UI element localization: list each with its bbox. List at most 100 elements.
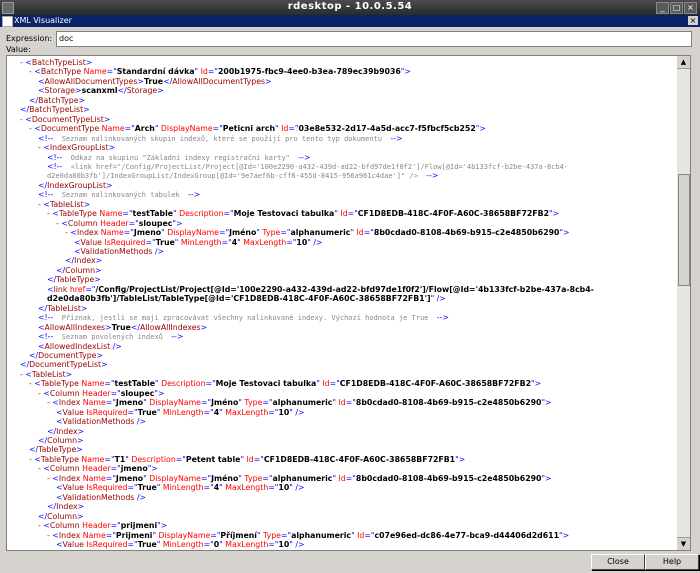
xml-token: Name [78, 454, 105, 464]
xml-token: Index [58, 530, 81, 540]
xml-token: =" [262, 473, 273, 483]
xml-token: Name [80, 398, 106, 408]
help-button[interactable]: Help [645, 554, 699, 570]
xml-token: </ [117, 86, 127, 96]
xml-token: =" [347, 209, 358, 219]
xml-token: Type [259, 228, 281, 238]
xml-token: Standardní dávka [116, 67, 195, 77]
xml-token: "> [172, 218, 183, 228]
xml-token: > [85, 58, 93, 67]
maximize-button[interactable]: □ [670, 2, 683, 14]
xml-token: > [77, 511, 84, 521]
expression-label: Expression: [6, 34, 53, 43]
dialog-close-icon[interactable]: × [688, 16, 698, 25]
xml-token: =" [106, 67, 117, 77]
close-button[interactable]: Close [591, 554, 645, 570]
xml-token: > [78, 95, 86, 105]
window-title: rdesktop - 10.0.5.54 [287, 1, 413, 12]
xml-token: =" [200, 398, 212, 408]
xml-token: > [80, 303, 88, 313]
xml-token: </ [20, 360, 30, 370]
close-window-button[interactable]: × [684, 2, 697, 14]
xml-token: </ [47, 502, 57, 512]
xml-token: =" [262, 398, 273, 408]
rdesktop-titlebar: rdesktop - 10.0.5.54 _ □ × [0, 0, 700, 15]
xml-line: - <Column Header="sloupec"> [38, 389, 165, 398]
xml-token: "> [455, 454, 466, 464]
xml-token: > [101, 360, 108, 370]
xml-token: =" [104, 454, 115, 464]
xml-token: > [265, 76, 272, 86]
xml-token: </ [29, 95, 39, 105]
xml-token: =" [364, 530, 375, 540]
xml-line: - <Column Header="sloupec"> [56, 219, 183, 228]
xml-token: "> [541, 473, 552, 483]
xml-token: Id [244, 454, 254, 464]
xml-token: TableType [56, 275, 95, 285]
xml-token: sloupec [120, 388, 155, 398]
xml-token: "> [549, 209, 560, 219]
xml-token: BatchTypeList [31, 58, 86, 67]
vertical-scrollbar[interactable]: ▲ ▼ [677, 55, 691, 551]
xml-token: =" [345, 473, 356, 483]
xml-token: CF1D8EDB-418C-4F0F-A60C-38658BF72FB1 [263, 454, 456, 464]
xml-token: =" [110, 388, 121, 398]
xml-line: - <DocumentTypeList> [20, 115, 110, 124]
xml-token: Column [67, 218, 98, 228]
xml-token: </ [20, 105, 30, 115]
xml-token: =" [363, 228, 374, 238]
xml-token: "> [559, 530, 570, 540]
xml-token: Storage [44, 86, 76, 96]
xml-token: 10 [278, 407, 290, 417]
xml-token: ValidationMethods [62, 492, 135, 502]
xml-token: 8b0cdad0-8108-4b69-b915-c2e4850b6290 [355, 398, 542, 408]
xml-token: =" [124, 124, 135, 134]
xml-tree-view[interactable]: - <BatchTypeList> - <BatchType Name="Stan… [6, 55, 678, 551]
dialog-title: XML Visualizer [14, 16, 72, 25]
xml-token: AllowAllIndexes [140, 322, 201, 332]
xml-line: </Index> [65, 256, 102, 265]
scroll-up-icon[interactable]: ▲ [677, 56, 690, 69]
xml-token: Index [58, 398, 81, 408]
xml-token: </ [29, 350, 39, 360]
xml-token: " /> [289, 407, 305, 417]
xml-token: alphanumeric [291, 530, 352, 540]
xml-token: Storage [126, 86, 158, 96]
xml-token: testTable [114, 379, 156, 389]
xml-token: > [83, 199, 91, 209]
xml-token: sloupec [138, 218, 173, 228]
xml-line: - <TableList> [38, 200, 90, 209]
xml-line: <ValidationMethods /> [74, 247, 164, 256]
xml-token: > [95, 256, 103, 266]
xml-token: =" [200, 473, 212, 483]
xml-token: IsRequired [101, 237, 146, 247]
xml-line: - <Index Name="Jmeno" DisplayName="Jméno… [47, 398, 552, 407]
scroll-thumb[interactable] [678, 174, 690, 286]
xml-token: DisplayName [158, 124, 213, 134]
xml-token: link [53, 284, 68, 294]
xml-token: Index [74, 256, 96, 266]
xml-line: - <TableList> [20, 370, 72, 379]
minimize-button[interactable]: _ [656, 2, 669, 14]
xml-token: Arch [134, 124, 155, 134]
xml-token: "> [400, 67, 411, 77]
xml-token: Jméno [211, 398, 239, 408]
xml-token: AllowAllDocumentTypes [44, 76, 138, 86]
xml-token: Name [98, 228, 124, 238]
xml-token: Jméno [229, 228, 257, 238]
xml-token: alphanumeric [290, 228, 351, 238]
xml-line: <AllowAllIndexes>True</AllowAllIndexes> [38, 323, 207, 332]
xml-token: =" [286, 237, 297, 247]
xml-token: <!-- [38, 133, 54, 143]
xml-token: =" [223, 209, 234, 219]
scroll-down-icon[interactable]: ▼ [677, 537, 690, 550]
expression-input[interactable] [56, 31, 692, 47]
xml-token: Name [96, 209, 123, 219]
xml-line: - <Index Name="Prijmeni" DisplayName="Př… [47, 531, 569, 540]
xml-token: TableType [58, 209, 97, 219]
xml-token: =" [110, 464, 121, 474]
xml-token: /Config/ProjectList/Project[@Id='100e229… [95, 284, 594, 294]
xml-token: 03e8e532-2d17-4a5d-acc7-f5fbcf5cb252 [298, 124, 476, 134]
xml-line: - <IndexGroupList> [38, 143, 115, 152]
xml-token: =" [104, 379, 115, 389]
